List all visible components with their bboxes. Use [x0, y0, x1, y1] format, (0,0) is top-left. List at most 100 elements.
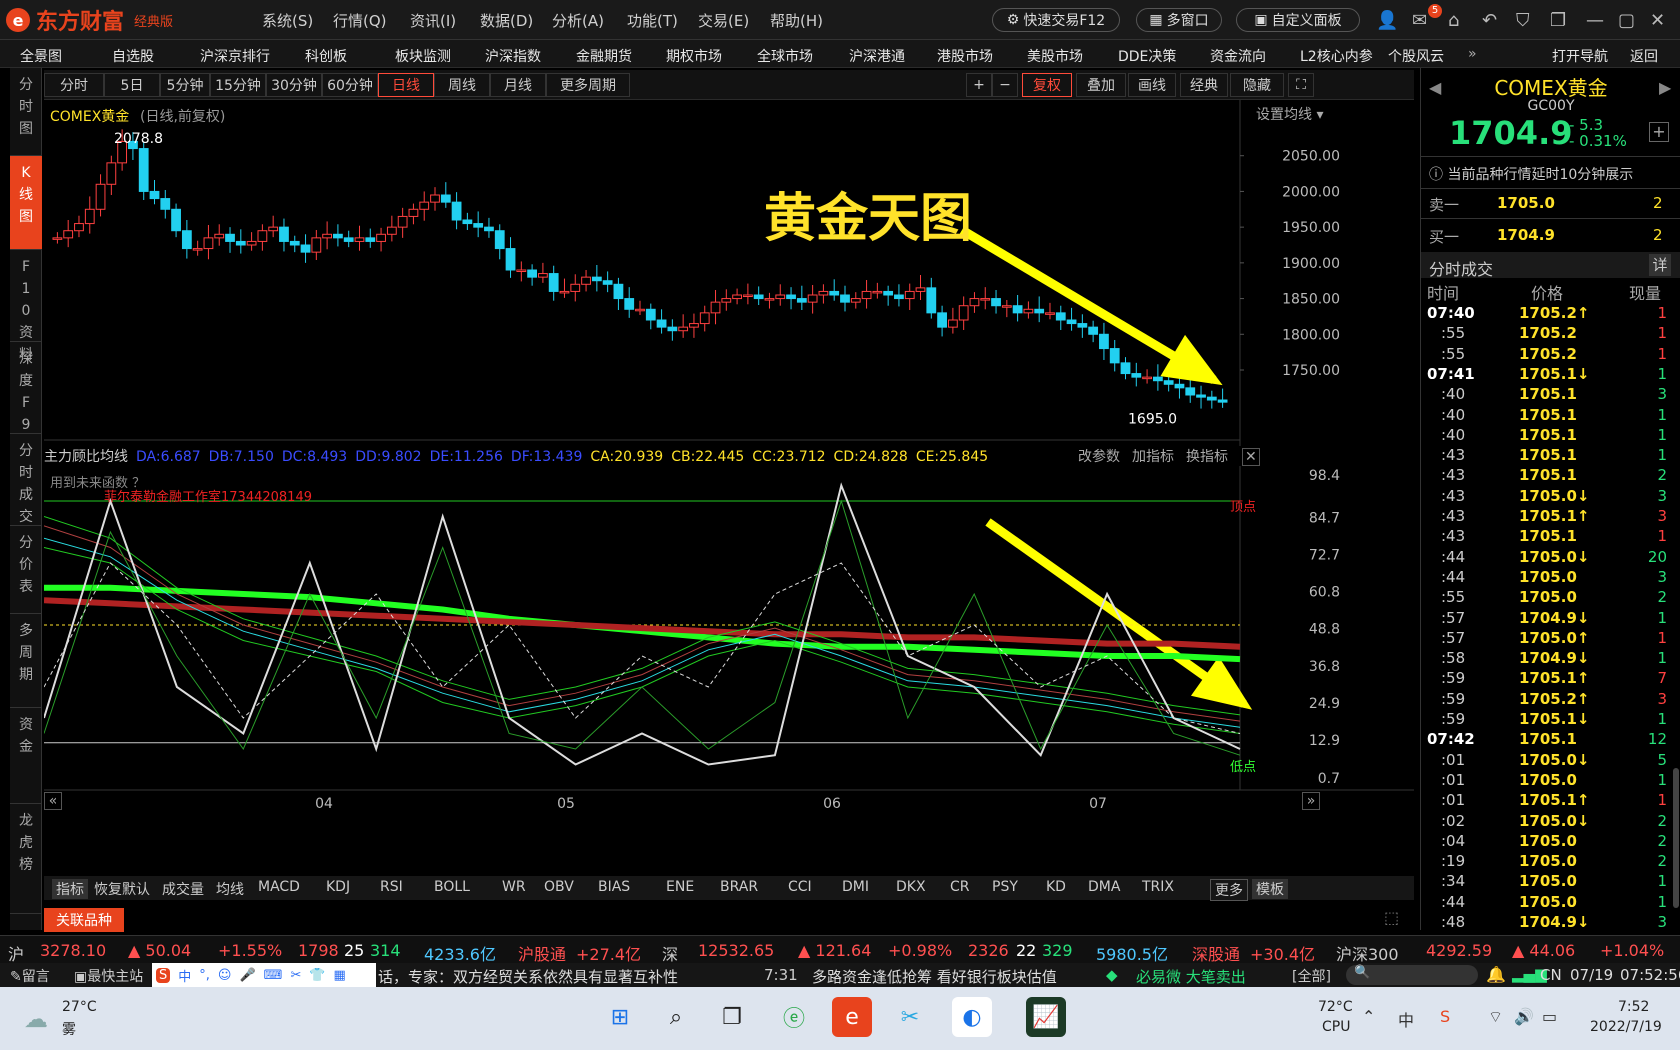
- menu-item[interactable]: 系统(S): [262, 10, 313, 31]
- sogou-tray-icon[interactable]: S: [1440, 1007, 1450, 1026]
- minus-button[interactable]: −: [992, 73, 1018, 97]
- news-all-button[interactable]: [全部]: [1292, 966, 1331, 986]
- indicator-tab[interactable]: CCI: [788, 879, 812, 895]
- scroll-right-icon[interactable]: »: [1302, 792, 1320, 810]
- period-button[interactable]: 月线: [490, 73, 546, 97]
- ime-tray-icon[interactable]: 中: [1398, 1007, 1414, 1031]
- nav-item[interactable]: 板块监测: [395, 46, 451, 66]
- stock-app-icon[interactable]: 📈: [1026, 997, 1066, 1037]
- prev-product-icon[interactable]: ◀: [1429, 78, 1441, 97]
- side-tab[interactable]: 分时图: [10, 68, 42, 156]
- period-button[interactable]: 5分钟: [160, 73, 210, 97]
- chart-area[interactable]: COMEX黄金 (日线,前复权) 设置均线 ▾ 2050.00 2000.00 19…: [44, 100, 1414, 860]
- indicator-tab[interactable]: KDJ: [326, 879, 350, 895]
- period-button[interactable]: 日线: [378, 73, 434, 97]
- scroll-left-icon[interactable]: «: [44, 792, 62, 810]
- indicator-tab[interactable]: OBV: [544, 879, 574, 895]
- period-button[interactable]: 5日: [104, 73, 160, 97]
- nav-item[interactable]: DDE决策: [1118, 46, 1176, 66]
- menu-item[interactable]: 功能(T): [627, 10, 678, 31]
- menu-item[interactable]: 数据(D): [480, 10, 533, 31]
- mail-icon[interactable]: ✉: [1412, 10, 1427, 31]
- side-tab[interactable]: 龙虎榜: [10, 804, 42, 914]
- side-tab[interactable]: F10资料: [10, 250, 42, 363]
- tray-chevron-icon[interactable]: ⌃: [1362, 1007, 1375, 1026]
- nav-item[interactable]: 自选股: [112, 46, 154, 66]
- windows-start-icon[interactable]: ⊞: [600, 997, 640, 1037]
- eastmoney-taskbar-icon[interactable]: e: [832, 997, 872, 1037]
- nav-item[interactable]: 沪深港通: [849, 46, 905, 66]
- period-button[interactable]: 15分钟: [210, 73, 266, 97]
- classic-button[interactable]: 经典: [1180, 73, 1228, 97]
- search-input[interactable]: 🔍: [1346, 965, 1478, 985]
- browser-e-icon[interactable]: ⓔ: [774, 997, 814, 1037]
- nav-more-icon[interactable]: »: [1468, 46, 1477, 62]
- indicator-tab[interactable]: KD: [1046, 879, 1066, 895]
- snipping-tool-icon[interactable]: ✂: [890, 997, 930, 1037]
- indicator-tab[interactable]: BRAR: [720, 879, 758, 895]
- indicator-tab[interactable]: 恢复默认: [94, 879, 150, 899]
- task-view-icon[interactable]: ❐: [712, 997, 752, 1037]
- indicator-tab[interactable]: DMA: [1088, 879, 1120, 895]
- home-icon[interactable]: ⌂: [1448, 10, 1459, 31]
- menu-item[interactable]: 分析(A): [552, 10, 604, 31]
- multi-window-button[interactable]: ▦ 多窗口: [1136, 8, 1222, 32]
- period-button[interactable]: 分时: [44, 73, 104, 97]
- volume-icon[interactable]: 🔊: [1514, 1007, 1534, 1026]
- back-button[interactable]: 返回: [1630, 46, 1658, 66]
- add-indicator-button[interactable]: 加指标: [1132, 449, 1174, 465]
- indicator-tab[interactable]: BOLL: [434, 879, 470, 895]
- news-item-2[interactable]: 多路资金逢低抢筹 看好银行板块估值: [812, 966, 1102, 987]
- nav-item[interactable]: 金融期货: [576, 46, 632, 66]
- kline-chart[interactable]: 2050.00 2000.00 1950.00 1900.00 1850.00 1800.…: [44, 100, 1414, 860]
- side-tab[interactable]: 资金: [10, 708, 42, 804]
- close-icon[interactable]: ✕: [1650, 10, 1665, 31]
- indicator-tab[interactable]: TRIX: [1142, 879, 1174, 895]
- nav-item[interactable]: 全景图: [20, 46, 62, 66]
- undo-icon[interactable]: ↶: [1482, 10, 1497, 31]
- indicator-tab[interactable]: BIAS: [598, 879, 630, 895]
- indicator-tab[interactable]: 更多: [1210, 879, 1248, 901]
- indicator-tab[interactable]: 成交量: [162, 879, 204, 899]
- search-taskbar-icon[interactable]: ⌕: [656, 997, 696, 1037]
- ticks-list[interactable]: 07:40 1705.2↑ 1:55 1705.2 1:55 1705.2 1 07:41 17…: [1421, 304, 1673, 931]
- indicator-tab[interactable]: MACD: [258, 879, 300, 895]
- period-button[interactable]: 更多周期: [546, 73, 630, 97]
- fullscreen-icon[interactable]: ⛶: [1288, 73, 1314, 97]
- overlay-button[interactable]: 叠加: [1076, 73, 1126, 97]
- related-products-tab[interactable]: 关联品种: [44, 908, 124, 932]
- nav-item[interactable]: 期权市场: [666, 46, 722, 66]
- next-product-icon[interactable]: ▶: [1659, 78, 1671, 97]
- news-item-1[interactable]: 话，专家：双方经贸关系依然具有显著互补性: [378, 966, 678, 987]
- ticks-detail-button[interactable]: 详: [1649, 254, 1671, 276]
- expand-icon[interactable]: ⬚: [1384, 908, 1399, 927]
- nav-item[interactable]: 美股市场: [1027, 46, 1083, 66]
- wifi-icon[interactable]: ⌔: [1488, 1007, 1503, 1027]
- message-button[interactable]: ✎留言: [10, 966, 50, 986]
- indicator-tab[interactable]: CR: [950, 879, 970, 895]
- side-tab[interactable]: 深度F9: [10, 342, 42, 434]
- ticks-scrollbar[interactable]: [1673, 768, 1679, 908]
- period-button[interactable]: 30分钟: [266, 73, 322, 97]
- hide-button[interactable]: 隐藏: [1230, 73, 1284, 97]
- period-button[interactable]: 周线: [434, 73, 490, 97]
- quick-trade-button[interactable]: ⚙ 快速交易F12: [992, 8, 1120, 32]
- edge-icon[interactable]: ◐: [952, 997, 992, 1037]
- side-tab[interactable]: K线图: [10, 156, 42, 250]
- period-button[interactable]: 60分钟: [322, 73, 378, 97]
- nav-item[interactable]: 港股市场: [937, 46, 993, 66]
- shirt-icon[interactable]: ⛉: [1516, 10, 1530, 31]
- nav-item[interactable]: 沪深指数: [485, 46, 541, 66]
- indicator-tab[interactable]: ENE: [666, 879, 694, 895]
- indicator-tab[interactable]: 均线: [216, 879, 244, 899]
- fuquan-button[interactable]: 复权: [1022, 73, 1072, 97]
- nav-item[interactable]: L2核心内参: [1300, 46, 1373, 66]
- indicator-tab[interactable]: 模板: [1252, 879, 1288, 899]
- menu-item[interactable]: 资讯(I): [410, 10, 456, 31]
- menu-item[interactable]: 行情(Q): [333, 10, 387, 31]
- nav-item[interactable]: 个股风云: [1388, 46, 1444, 66]
- side-tab[interactable]: 多周期: [10, 614, 42, 708]
- indicator-tab[interactable]: DKX: [896, 879, 926, 895]
- indicator-tab[interactable]: PSY: [992, 879, 1018, 895]
- ime-toolbar[interactable]: S 中 °, ☺ 🎤 ⌨ ✂ 👕 ▦: [152, 963, 376, 987]
